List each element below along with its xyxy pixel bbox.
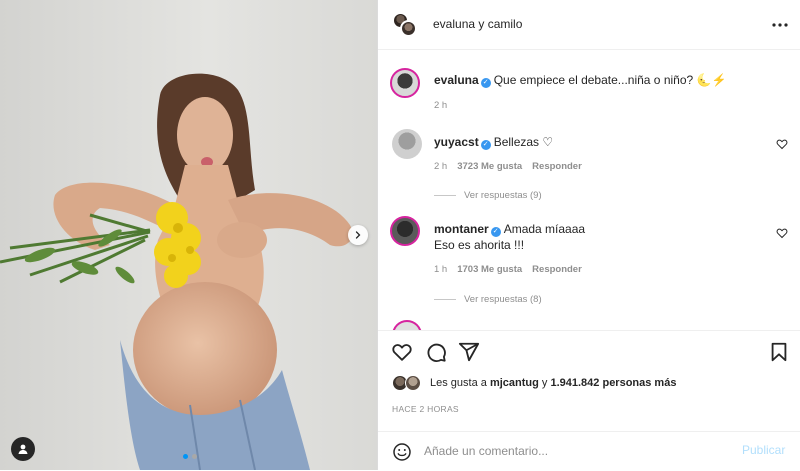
chevron-right-icon (355, 231, 361, 239)
reply-button[interactable]: Responder (532, 264, 582, 275)
carousel-indicator (183, 454, 197, 459)
likes-summary[interactable]: Les gusta a mjcantug y 1.941.842 persona… (392, 375, 676, 391)
add-comment-bar: Publicar (378, 431, 800, 471)
comment-time: 2 h (434, 161, 448, 172)
caption-username[interactable]: evaluna (434, 73, 479, 87)
post-actions: Les gusta a mjcantug y 1.941.842 persona… (378, 330, 800, 470)
share-icon[interactable] (458, 341, 480, 363)
comment-meta: 2 h 3723 Me gusta Responder (434, 161, 592, 172)
comment-text: Amada míaaaa (503, 222, 586, 236)
comment-likes[interactable]: 1703 Me gusta (457, 264, 522, 275)
verified-badge-icon: ✓ (490, 227, 501, 237)
comment-meta: 1 h 1703 Me gusta Responder (434, 264, 592, 275)
caption-text: Que empiece el debate...niña o niño? (493, 73, 694, 87)
collab-avatar[interactable] (392, 12, 418, 38)
more-options-button[interactable] (770, 15, 790, 35)
avatar (405, 375, 421, 391)
caption-emojis: 🌜⚡ (696, 73, 727, 87)
tagged-users-button[interactable] (11, 437, 35, 461)
more-horizontal-icon (772, 23, 788, 27)
bookmark-icon[interactable] (768, 341, 790, 363)
likes-user[interactable]: mjcantug (490, 377, 539, 389)
comment-time: 1 h (434, 264, 448, 275)
user-icon (18, 444, 28, 454)
likes-joiner: y (541, 377, 548, 389)
likes-prefix: Les gusta a (430, 377, 487, 389)
avatar[interactable] (390, 68, 420, 98)
comment: yuyacst ✓ Bellezas ♡ (434, 135, 553, 150)
post-dialog: evaluna y camilo evaluna ✓ Que empiece el … (0, 0, 800, 470)
comments-list[interactable]: evaluna ✓ Que empiece el debate...niña o n… (378, 50, 800, 330)
carousel-next-button[interactable] (348, 225, 368, 245)
divider (434, 299, 456, 300)
avatar[interactable] (392, 320, 422, 330)
verified-badge-icon: ✓ (480, 78, 491, 88)
comment: montaner ✓ Amada míaaaa (434, 222, 585, 237)
post-info: evaluna y camilo evaluna ✓ Que empiece el … (378, 0, 800, 470)
comment-input[interactable] (424, 441, 724, 461)
view-replies-button[interactable]: Ver respuestas (9) (434, 190, 542, 201)
likes-count[interactable]: 1.941.842 (550, 377, 599, 389)
avatar[interactable] (390, 216, 420, 246)
divider (434, 195, 456, 196)
heart-icon[interactable] (776, 138, 788, 150)
verified-badge-icon: ✓ (480, 140, 491, 150)
caption-time: 2 h (434, 100, 448, 111)
caption: evaluna ✓ Que empiece el debate...niña o n… (434, 73, 726, 88)
comment-username[interactable]: yuyacst (434, 135, 479, 149)
likes-suffix[interactable]: personas más (602, 377, 676, 389)
view-replies-button[interactable]: Ver respuestas (8) (434, 294, 542, 305)
post-photo (0, 0, 377, 470)
emoji-icon[interactable] (392, 442, 412, 462)
heart-icon[interactable] (776, 227, 788, 239)
avatar[interactable] (392, 129, 422, 159)
reply-button[interactable]: Responder (532, 161, 582, 172)
comment-likes[interactable]: 3723 Me gusta (457, 161, 522, 172)
like-heart-icon[interactable] (391, 341, 413, 363)
publish-button[interactable]: Publicar (742, 443, 785, 457)
post-media[interactable] (0, 0, 378, 470)
carousel-dot-active (183, 454, 188, 459)
comment-text-line2: Eso es ahorita !!! (434, 238, 525, 252)
comment-text: Bellezas ♡ (493, 135, 554, 149)
comment-username[interactable]: montaner (434, 222, 489, 236)
liked-by-avatars (392, 375, 424, 391)
post-timestamp[interactable]: HACE 2 HORAS (392, 404, 459, 414)
comment-icon[interactable] (425, 341, 447, 363)
post-header: evaluna y camilo (378, 0, 800, 50)
avatar (400, 20, 417, 37)
carousel-dot (192, 454, 197, 459)
post-owners[interactable]: evaluna y camilo (433, 17, 522, 31)
